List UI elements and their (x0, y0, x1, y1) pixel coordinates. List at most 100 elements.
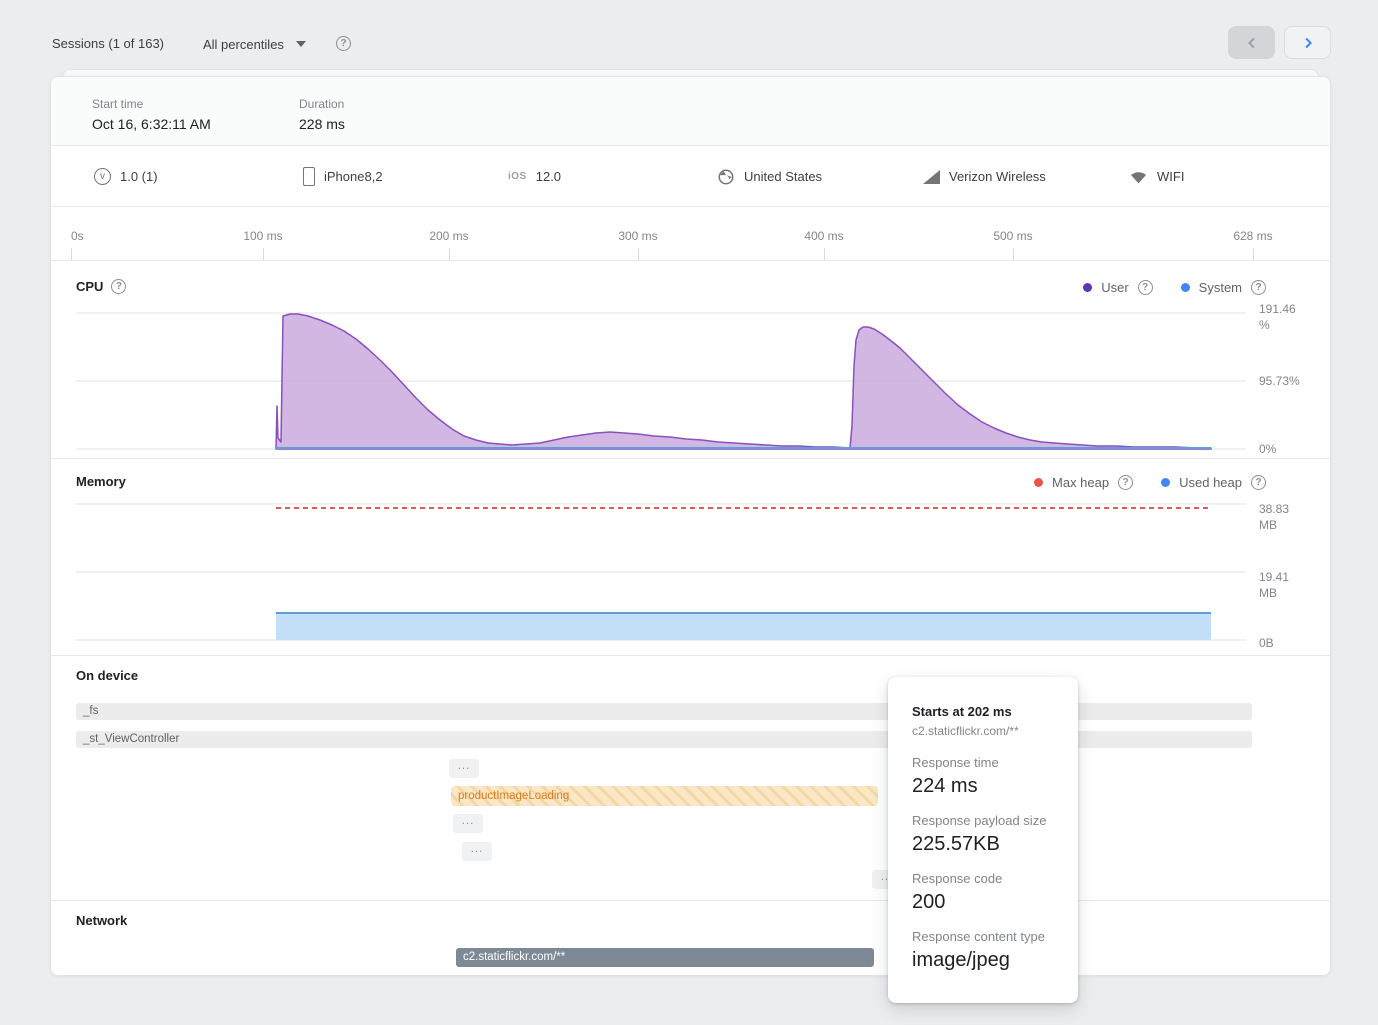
radio-item: WIFI (1129, 146, 1184, 207)
max-heap-legend-dot (1034, 478, 1043, 487)
tooltip-field-label: Response time (912, 755, 1066, 770)
carrier-value: Verizon Wireless (949, 169, 1046, 184)
trace-bar-product-image-loading[interactable]: productImageLoading (451, 786, 878, 806)
timeline-ruler: 0s 100 ms 200 ms 300 ms 400 ms 500 ms 62… (51, 207, 1330, 261)
app-version-icon: v (94, 168, 111, 185)
network-request-bar[interactable]: c2.staticflickr.com/** (456, 948, 874, 967)
start-time-label: Start time (92, 97, 211, 111)
cpu-yzero-label: 0% (1259, 441, 1276, 457)
memory-ymax-label: 38.83 MB (1259, 501, 1289, 533)
memory-section: Memory Max heap Used heap 38.83 MB 19. (51, 459, 1330, 656)
chevron-right-icon (1299, 34, 1317, 52)
previous-session-button[interactable] (1228, 26, 1275, 59)
tooltip-field-value: image/jpeg (912, 949, 1066, 972)
start-time-group: Start time Oct 16, 6:32:11 AM (92, 97, 211, 132)
carrier-item: Verizon Wireless (923, 146, 1046, 207)
tooltip-field-label: Response content type (912, 929, 1066, 944)
used-heap-legend-label: Used heap (1179, 475, 1242, 490)
chevron-down-icon (296, 41, 306, 47)
timeline-tick-label: 628 ms (1233, 229, 1272, 243)
memory-title-text: Memory (76, 474, 126, 489)
next-session-button[interactable] (1284, 26, 1331, 59)
wifi-icon (1129, 169, 1148, 185)
sessions-count-label: Sessions (1 of 163) (52, 36, 164, 51)
timeline-tick (449, 248, 450, 260)
app-version-item: v 1.0 (1) (94, 146, 158, 207)
memory-yzero-label: 0B (1259, 635, 1274, 651)
country-value: United States (744, 169, 822, 184)
tooltip-url: c2.staticflickr.com/** (912, 724, 1066, 738)
on-device-section: On device _fs _st_ViewController ... pro… (51, 656, 1330, 901)
percentiles-dropdown[interactable]: All percentiles (203, 33, 306, 55)
network-title-text: Network (76, 913, 127, 928)
country-item: United States (717, 146, 822, 207)
network-section: Network c2.staticflickr.com/** (51, 901, 1330, 976)
memory-ymid-label: 19.41 MB (1259, 569, 1289, 601)
trace-collapsed-chip[interactable]: ... (449, 759, 479, 778)
duration-value: 228 ms (299, 116, 345, 132)
timeline-tick (1013, 248, 1014, 260)
os-version-item: iOS 12.0 (508, 146, 561, 207)
phone-icon (303, 167, 315, 186)
user-legend-dot (1083, 283, 1092, 292)
used-heap-help-icon[interactable] (1251, 475, 1266, 490)
timeline-tick-label: 100 ms (243, 229, 282, 243)
max-heap-help-icon[interactable] (1118, 475, 1133, 490)
timeline-tick (1253, 248, 1254, 260)
tooltip-title: Starts at 202 ms (912, 704, 1066, 719)
tooltip-field-value: 225.57KB (912, 833, 1066, 856)
timeline-tick (71, 248, 72, 260)
ios-icon: iOS (508, 171, 527, 182)
percentiles-dropdown-label: All percentiles (203, 37, 284, 52)
memory-used-heap-area (276, 613, 1211, 640)
timeline-tick-label: 200 ms (429, 229, 468, 243)
tooltip-field-value: 224 ms (912, 775, 1066, 798)
start-time-value: Oct 16, 6:32:11 AM (92, 116, 211, 132)
user-help-icon[interactable] (1138, 280, 1153, 295)
device-model-item: iPhone8,2 (303, 146, 383, 207)
memory-section-title: Memory (76, 474, 126, 489)
timeline-tick-label: 400 ms (804, 229, 843, 243)
device-model-value: iPhone8,2 (324, 169, 383, 184)
cpu-legend: User System (1083, 280, 1266, 295)
tooltip-field-value: 200 (912, 891, 1066, 914)
radio-value: WIFI (1157, 169, 1184, 184)
globe-icon (717, 168, 735, 186)
network-request-tooltip: Starts at 202 ms c2.staticflickr.com/** … (888, 677, 1078, 1003)
tooltip-field-label: Response payload size (912, 813, 1066, 828)
cpu-ymax-label: 191.46 % (1259, 301, 1296, 333)
trace-collapsed-chip[interactable]: ... (453, 814, 483, 833)
duration-label: Duration (299, 97, 345, 111)
cell-signal-icon (923, 170, 940, 184)
system-legend-dot (1181, 283, 1190, 292)
timeline-tick (263, 248, 264, 260)
memory-chart[interactable] (76, 501, 1246, 656)
timeline-tick (824, 248, 825, 260)
cpu-help-icon[interactable] (111, 279, 126, 294)
timeline-tick (638, 248, 639, 260)
session-card: Start time Oct 16, 6:32:11 AM Duration 2… (50, 76, 1331, 976)
system-legend-label: System (1199, 280, 1242, 295)
memory-legend: Max heap Used heap (1034, 475, 1266, 490)
os-version-value: 12.0 (536, 169, 561, 184)
duration-group: Duration 228 ms (299, 97, 345, 132)
device-info-row: v 1.0 (1) iPhone8,2 iOS 12.0 United Stat… (51, 146, 1330, 207)
network-section-title: Network (76, 913, 127, 928)
app-version-value: 1.0 (1) (120, 169, 158, 184)
on-device-title-text: On device (76, 668, 138, 683)
trace-collapsed-chip[interactable]: ... (462, 842, 492, 861)
timeline-tick-label: 300 ms (618, 229, 657, 243)
cpu-ymid-label: 95.73% (1259, 373, 1300, 389)
max-heap-legend-label: Max heap (1052, 475, 1109, 490)
session-detail-page: Sessions (1 of 163) All percentiles Star… (0, 0, 1378, 1025)
help-icon[interactable] (336, 36, 351, 51)
tooltip-field-label: Response code (912, 871, 1066, 886)
used-heap-legend-dot (1161, 478, 1170, 487)
on-device-section-title: On device (76, 668, 138, 683)
session-meta-header: Start time Oct 16, 6:32:11 AM Duration 2… (51, 77, 1330, 146)
timeline-tick-label: 0s (71, 229, 84, 243)
cpu-chart[interactable] (76, 306, 1246, 456)
system-help-icon[interactable] (1251, 280, 1266, 295)
cpu-section-title: CPU (76, 279, 126, 294)
timeline-tick-label: 500 ms (993, 229, 1032, 243)
